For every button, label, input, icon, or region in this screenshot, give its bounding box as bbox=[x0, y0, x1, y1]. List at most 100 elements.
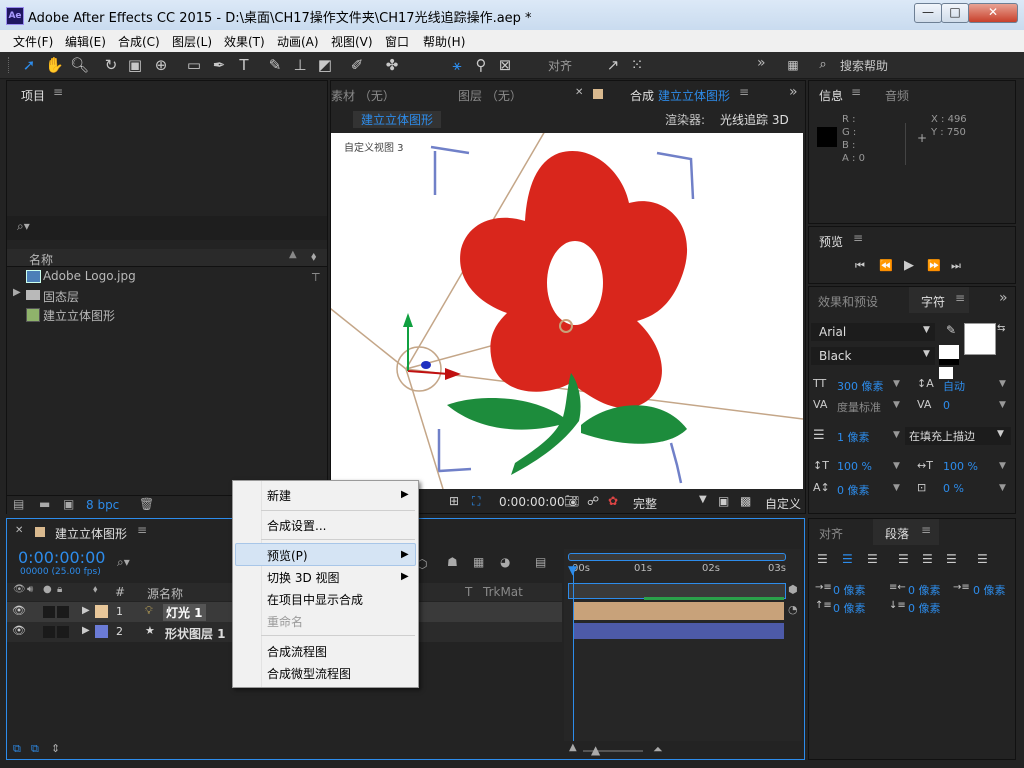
kerning-value[interactable]: 度量标准 bbox=[837, 399, 881, 415]
interpret-footage-icon[interactable]: ▤ bbox=[13, 497, 24, 511]
chevron-down-icon[interactable]: ▼ bbox=[999, 461, 1006, 471]
menu-animation[interactable]: 动画(A) bbox=[277, 33, 319, 50]
stroke-mode-select[interactable]: 在填充上描边 ▼ bbox=[905, 427, 1011, 445]
clone-stamp-tool-icon[interactable]: ⊥ bbox=[291, 56, 309, 74]
first-line-indent-value[interactable]: 0 像素 bbox=[973, 582, 1006, 598]
project-item[interactable]: Adobe Logo.jpg bbox=[7, 267, 307, 286]
expand-arrow-icon[interactable]: ▶ bbox=[13, 287, 21, 298]
comp-tab-name[interactable]: 建立立体图形 bbox=[658, 87, 730, 104]
tsume-value[interactable]: 0 % bbox=[943, 482, 964, 495]
info-tab[interactable]: 信息 bbox=[819, 87, 843, 104]
text-tool-icon[interactable]: T bbox=[235, 56, 253, 74]
comp-tab-prefix[interactable]: 合成 bbox=[630, 87, 654, 104]
space-after-value[interactable]: 0 像素 bbox=[908, 600, 941, 616]
font-size-value[interactable]: 300 像素 bbox=[837, 378, 884, 394]
label-tag-icon[interactable]: ⬧ bbox=[311, 249, 316, 264]
zoom-out-icon[interactable]: ▲ bbox=[569, 742, 577, 753]
menu-window[interactable]: 窗口 bbox=[385, 33, 409, 50]
in-out-icon[interactable]: ⇕ bbox=[51, 742, 60, 755]
align-tab[interactable]: 对齐 bbox=[819, 525, 843, 542]
expand-arrow-icon[interactable]: ▶ bbox=[82, 625, 90, 636]
indent-left-value[interactable]: 0 像素 bbox=[833, 582, 866, 598]
font-style-select[interactable]: Black ▼ bbox=[811, 347, 935, 365]
chevron-down-icon[interactable]: ▼ bbox=[893, 461, 900, 471]
panel-menu-icon[interactable]: ≡ bbox=[851, 85, 861, 99]
timeline-graph[interactable]: 00s 01s 02s 03s ▼ ⬢ ◔ bbox=[564, 549, 802, 759]
fill-color-swatch[interactable] bbox=[964, 323, 996, 355]
menu-file[interactable]: 文件(F) bbox=[13, 33, 53, 50]
chevron-down-icon[interactable]: ▼ bbox=[999, 483, 1006, 493]
comp-marker-icon[interactable]: ⬢ bbox=[788, 583, 798, 596]
last-frame-icon[interactable]: ⏭ bbox=[951, 259, 961, 273]
swap-colors-icon[interactable]: ⇆ bbox=[997, 323, 1005, 334]
hand-tool-icon[interactable]: ✋ bbox=[45, 56, 64, 74]
local-axis-icon[interactable]: ⚹ bbox=[448, 56, 466, 74]
layer-bar-light[interactable] bbox=[574, 602, 784, 620]
maximize-button[interactable]: □ bbox=[941, 3, 969, 23]
tracking-value[interactable]: 0 bbox=[943, 399, 950, 412]
view-mode-select[interactable]: 自定义 bbox=[765, 495, 801, 512]
next-frame-icon[interactable]: ⏩ bbox=[927, 259, 941, 272]
flowchart-icon[interactable]: ⊤ bbox=[311, 271, 321, 284]
sort-arrow-icon[interactable]: ▲ bbox=[289, 249, 297, 260]
lock-switch[interactable] bbox=[57, 626, 69, 638]
menu-item-flowchart[interactable]: 合成流程图 bbox=[267, 643, 327, 660]
menu-help[interactable]: 帮助(H) bbox=[423, 33, 465, 50]
font-family-select[interactable]: Arial ▼ bbox=[811, 323, 935, 341]
column-trkmat[interactable]: TrkMat bbox=[483, 585, 523, 599]
panel-menu-icon[interactable]: ≡ bbox=[955, 291, 965, 305]
justify-left-icon[interactable]: ☰ bbox=[898, 552, 909, 566]
project-tab[interactable]: 项目 bbox=[21, 87, 45, 104]
snap-grid-icon[interactable]: ⁙ bbox=[628, 56, 646, 74]
playhead-icon[interactable]: ▼ bbox=[568, 563, 577, 577]
menu-item-reveal-in-project[interactable]: 在项目中显示合成 bbox=[267, 591, 363, 608]
comp-breadcrumb[interactable]: 建立立体图形 bbox=[353, 111, 442, 128]
first-frame-icon[interactable]: ⏮ bbox=[855, 259, 865, 273]
minimize-button[interactable]: — bbox=[914, 3, 942, 23]
lock-icon[interactable]: 🔒︎ bbox=[57, 584, 62, 595]
audio-tab[interactable]: 音频 bbox=[885, 87, 909, 104]
panel-menu-icon[interactable]: ≡ bbox=[53, 85, 63, 99]
modes-icon[interactable]: ⧉ bbox=[31, 742, 39, 756]
close-tab-icon[interactable]: ✕ bbox=[575, 87, 583, 98]
show-snapshot-icon[interactable]: ☍ bbox=[587, 494, 599, 508]
panel-menu-icon[interactable]: ≡ bbox=[739, 85, 749, 99]
menu-item-mini-flowchart[interactable]: 合成微型流程图 bbox=[267, 665, 351, 682]
layer-name[interactable]: 灯光 1 bbox=[163, 604, 206, 621]
layer-tab[interactable]: 图层 （无） bbox=[458, 87, 522, 104]
chevron-down-icon[interactable]: ▼ bbox=[893, 379, 900, 389]
region-of-interest-icon[interactable]: ⊞ bbox=[449, 494, 459, 508]
toolbar-more[interactable]: » bbox=[757, 55, 766, 71]
layer-label-color[interactable] bbox=[95, 625, 108, 638]
layer-label-color[interactable] bbox=[95, 605, 108, 618]
effects-presets-tab[interactable]: 效果和预设 bbox=[818, 293, 878, 310]
work-area-bar[interactable] bbox=[568, 553, 786, 561]
solo-switch[interactable] bbox=[43, 626, 55, 638]
shy-layers-icon[interactable]: ☗ bbox=[447, 555, 458, 569]
vertical-scale-value[interactable]: 100 % bbox=[837, 460, 872, 473]
space-before-value[interactable]: 0 像素 bbox=[833, 600, 866, 616]
snap-icon[interactable]: ↗ bbox=[604, 56, 622, 74]
chevron-down-icon[interactable]: ▼ bbox=[893, 400, 900, 410]
current-time-indicator[interactable] bbox=[573, 565, 574, 759]
eraser-tool-icon[interactable]: ◩ bbox=[316, 56, 334, 74]
view-axis-icon[interactable]: ⊠ bbox=[496, 56, 514, 74]
brush-tool-icon[interactable]: ✎ bbox=[266, 56, 284, 74]
transparency-grid-icon[interactable]: ⛶ bbox=[472, 494, 480, 509]
menu-composition[interactable]: 合成(C) bbox=[118, 33, 160, 50]
timeline-timecode[interactable]: 0:00:00:00 bbox=[18, 548, 105, 567]
preview-tab[interactable]: 预览 bbox=[819, 233, 843, 250]
pan-behind-tool-icon[interactable]: ⊕ bbox=[152, 56, 170, 74]
camera-tool-icon[interactable]: ▣ bbox=[126, 56, 144, 74]
justify-right-icon[interactable]: ☰ bbox=[946, 552, 957, 566]
character-tab[interactable]: 字符 bbox=[921, 293, 945, 310]
chevron-down-icon[interactable]: ▼ bbox=[999, 379, 1006, 389]
toolbar-grip[interactable] bbox=[8, 57, 12, 73]
fill-swatch-small[interactable] bbox=[939, 345, 959, 365]
align-center-icon[interactable]: ☰ bbox=[842, 552, 853, 566]
delete-icon[interactable]: 🗑︎ bbox=[139, 497, 154, 511]
expand-arrow-icon[interactable]: ▶ bbox=[82, 605, 90, 616]
column-name[interactable]: 名称 bbox=[29, 251, 53, 268]
solo-icon[interactable]: ● bbox=[43, 584, 52, 595]
label-tag-icon[interactable]: ⬧ bbox=[93, 584, 98, 595]
